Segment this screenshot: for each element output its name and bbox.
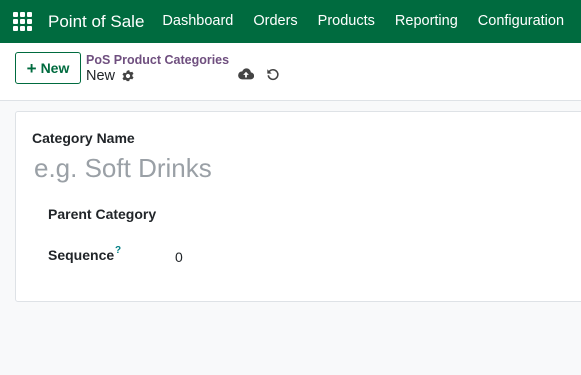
menu-reporting[interactable]: Reporting	[385, 0, 468, 43]
menu-configuration[interactable]: Configuration	[468, 0, 574, 43]
menu-products[interactable]: Products	[308, 0, 385, 43]
category-name-label: Category Name	[32, 130, 135, 146]
menu-orders[interactable]: Orders	[243, 0, 307, 43]
app-brand[interactable]: Point of Sale	[44, 12, 152, 32]
undo-icon[interactable]	[266, 67, 280, 81]
parent-category-input[interactable]	[174, 204, 474, 226]
sequence-input[interactable]: 0	[175, 249, 183, 265]
form-sheet: Category Name Parent Category Sequence ?…	[15, 111, 581, 302]
top-navbar: Point of Sale Dashboard Orders Products …	[0, 0, 581, 43]
help-tooltip-icon[interactable]: ?	[115, 245, 121, 256]
new-button-label: New	[40, 60, 70, 76]
cloud-upload-icon[interactable]	[238, 67, 254, 81]
parent-category-label: Parent Category	[48, 206, 157, 222]
gear-icon[interactable]	[121, 69, 135, 83]
category-name-input[interactable]	[34, 150, 554, 186]
sequence-label: Sequence	[48, 247, 115, 263]
record-name: New	[86, 68, 116, 84]
plus-icon: +	[26, 58, 37, 78]
breadcrumb-link[interactable]: PoS Product Categories	[86, 53, 229, 67]
control-panel: + New PoS Product Categories New	[0, 43, 581, 101]
menu-dashboard[interactable]: Dashboard	[152, 0, 243, 43]
apps-menu-icon[interactable]	[0, 0, 44, 43]
new-button[interactable]: + New	[15, 52, 81, 84]
